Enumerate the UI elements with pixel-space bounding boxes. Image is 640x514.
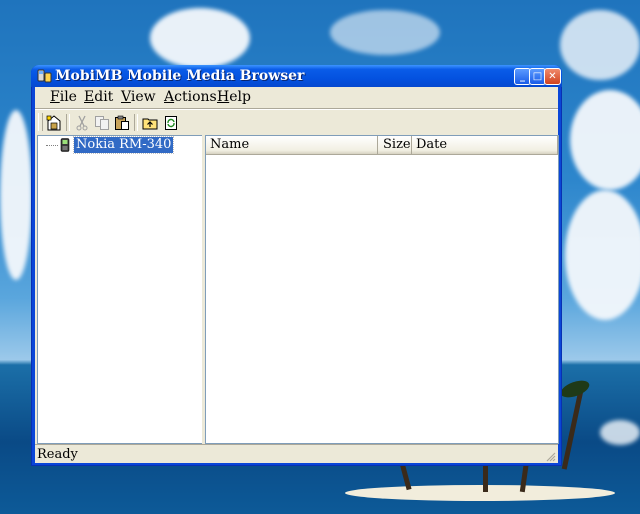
refresh-button[interactable] [162, 114, 180, 132]
cut-button[interactable] [73, 114, 91, 132]
cloud [0, 110, 32, 280]
cloud [330, 10, 440, 55]
menu-file-label: ile [59, 89, 77, 105]
menu-edit-mnemonic: E [84, 89, 95, 105]
menu-file[interactable]: File [50, 89, 77, 105]
cloud [560, 10, 640, 80]
title-bar[interactable]: MobiMB Mobile Media Browser _ □ ✕ [31, 65, 562, 87]
paste-button[interactable] [113, 114, 131, 132]
menu-help-mnemonic: H [217, 89, 230, 105]
palm-tree [561, 390, 584, 470]
menu-help[interactable]: Help [217, 89, 251, 105]
menu-edit-label: dit [94, 89, 114, 105]
file-list[interactable]: Name Size Date [205, 135, 559, 444]
tree-node-nokia-rm-340[interactable]: Nokia RM-340 [72, 136, 175, 154]
app-window: MobiMB Mobile Media Browser _ □ ✕ File E… [31, 65, 562, 466]
list-header: Name Size Date [206, 136, 558, 155]
menu-actions-label: ctions [174, 89, 217, 105]
client-area: File Edit View Actions Help Nokia RM-340… [35, 87, 559, 464]
phone-icon [60, 138, 70, 152]
menu-bar: File Edit View Actions Help [35, 87, 558, 108]
copy-icon [95, 116, 109, 130]
paste-icon [115, 115, 129, 130]
island [345, 485, 615, 501]
menu-separator-highlight [35, 109, 558, 110]
copy-button[interactable] [93, 114, 111, 132]
properties-button[interactable] [45, 114, 63, 132]
toolbar-grip[interactable] [38, 113, 43, 131]
toolbar-separator [134, 114, 138, 131]
column-header-date[interactable]: Date [412, 136, 558, 154]
cloud [600, 420, 640, 445]
resize-grip-icon[interactable] [544, 450, 556, 462]
status-text: Ready [37, 447, 78, 462]
minimize-icon: _ [520, 70, 525, 82]
toolbar-separator [66, 114, 70, 131]
app-icon [37, 69, 52, 83]
menu-view[interactable]: View [121, 89, 156, 105]
up-folder-button[interactable] [141, 114, 159, 132]
menu-actions-mnemonic: A [164, 89, 175, 105]
cut-icon [76, 115, 88, 131]
menu-view-label: iew [130, 89, 156, 105]
device-tree[interactable]: Nokia RM-340 [37, 135, 203, 444]
column-header-name[interactable]: Name [206, 136, 378, 154]
refresh-icon [165, 116, 177, 130]
status-bar: Ready [35, 444, 558, 464]
toolbar [35, 111, 558, 133]
up-folder-icon [142, 118, 158, 130]
window-title: MobiMB Mobile Media Browser [55, 68, 305, 84]
menu-help-label: elp [229, 89, 251, 105]
menu-edit[interactable]: Edit [84, 89, 113, 105]
tree-connector [46, 145, 58, 146]
palm-tree [483, 465, 488, 492]
menu-file-mnemonic: F [50, 89, 60, 105]
maximize-icon: □ [532, 70, 543, 82]
cloud [570, 90, 640, 190]
palm-leaves [558, 377, 592, 401]
cloud [565, 190, 640, 320]
properties-icon [46, 115, 61, 131]
cloud [150, 8, 250, 68]
close-button[interactable]: ✕ [544, 68, 561, 85]
menu-view-mnemonic: V [121, 89, 131, 105]
column-header-size[interactable]: Size [378, 136, 412, 154]
close-icon: ✕ [548, 70, 557, 82]
menu-actions[interactable]: Actions [164, 89, 217, 105]
